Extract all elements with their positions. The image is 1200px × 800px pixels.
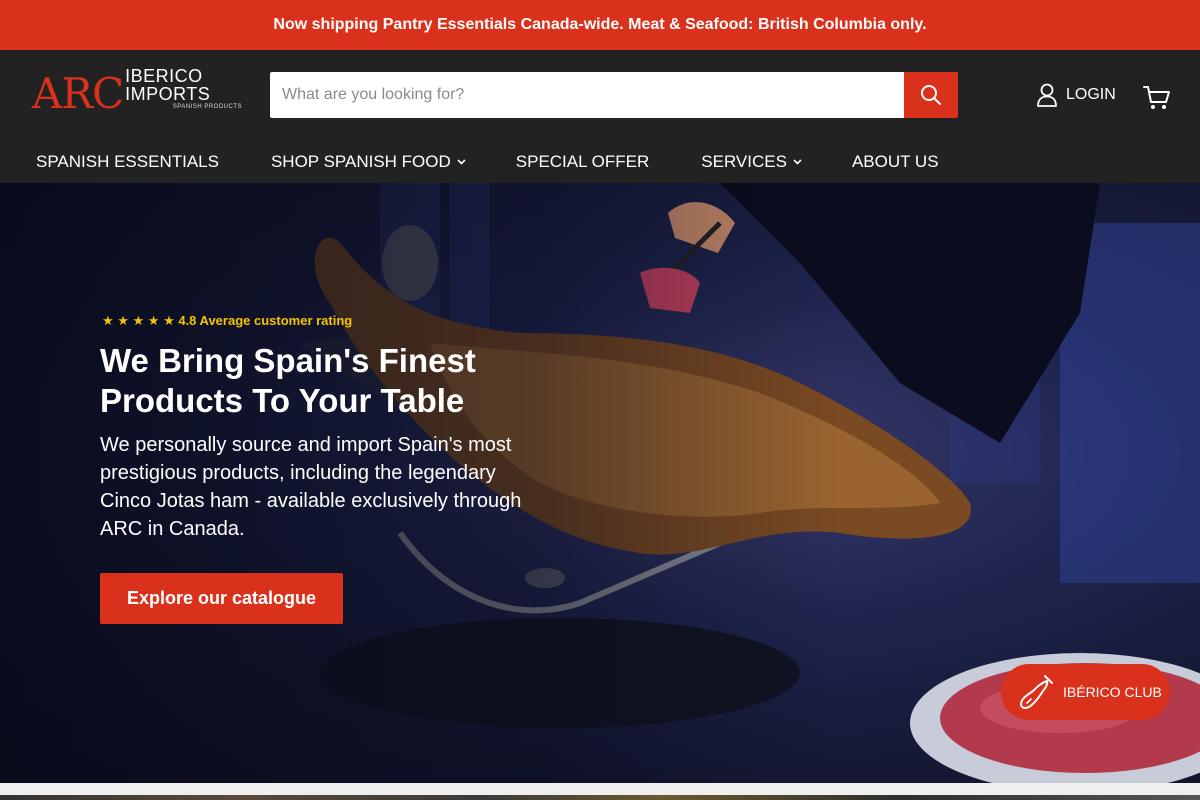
main-nav: SPANISH ESSENTIALS SHOP SPANISH FOOD SPE… xyxy=(36,150,939,174)
rating-stars: ★ ★ ★ ★ ★ xyxy=(102,313,175,328)
nav-item-label: SPANISH ESSENTIALS xyxy=(36,152,219,171)
nav-item-label: SHOP SPANISH FOOD xyxy=(270,152,451,171)
login-label: LOGIN xyxy=(1066,86,1116,103)
hero-description: We personally source and import Spain's … xyxy=(100,434,522,540)
hero-title: We Bring Spain's Finest Products To Your… xyxy=(100,342,476,419)
search-button[interactable] xyxy=(904,72,958,118)
cart-button[interactable] xyxy=(1143,85,1171,116)
rating-summary: ★ ★ ★ ★ ★ 4.8 Average customer rating xyxy=(102,313,352,329)
site-header: ARC IBERICO IMPORTS SPANISH PRODUCTS LOG… xyxy=(0,50,1200,183)
cart-icon xyxy=(1143,86,1170,109)
iberico-club-label: IBÉRICO CLUB xyxy=(1063,684,1162,700)
chevron-down-icon xyxy=(457,159,466,165)
announcement-text: Now shipping Pantry Essentials Canada-wi… xyxy=(273,16,927,33)
ham-leg-icon xyxy=(1020,675,1053,709)
explore-catalogue-label: Explore our catalogue xyxy=(126,588,317,608)
nav-item-special-offer[interactable]: SPECIAL OFFER xyxy=(516,152,650,172)
product-strip xyxy=(0,795,1200,800)
explore-catalogue-button[interactable]: Explore our catalogue xyxy=(100,573,343,624)
nav-item-label: ABOUT US xyxy=(851,152,939,171)
site-logo[interactable]: ARC IBERICO IMPORTS SPANISH PRODUCTS xyxy=(32,66,242,118)
logo-arc: ARC xyxy=(32,69,124,118)
nav-item-about-us[interactable]: ABOUT US xyxy=(852,152,939,172)
hero-banner: ★ ★ ★ ★ ★ 4.8 Average customer rating We… xyxy=(0,183,1200,783)
login-link[interactable]: LOGIN xyxy=(1036,83,1116,107)
logo-tagline: SPANISH PRODUCTS xyxy=(172,104,242,110)
announcement-bar: Now shipping Pantry Essentials Canada-wi… xyxy=(0,0,1200,50)
search-icon xyxy=(921,85,941,105)
chevron-down-icon xyxy=(793,159,802,165)
nav-item-label: SPECIAL OFFER xyxy=(515,152,650,171)
nav-item-shop-spanish-food[interactable]: SHOP SPANISH FOOD xyxy=(271,152,466,172)
nav-item-services[interactable]: SERVICES xyxy=(701,152,802,172)
search-input[interactable] xyxy=(270,72,904,118)
iberico-club-button[interactable]: IBÉRICO CLUB xyxy=(1001,664,1170,720)
next-section-preview xyxy=(0,783,1200,800)
user-icon xyxy=(1037,83,1057,107)
rating-text: 4.8 Average customer rating xyxy=(178,313,353,328)
search-bar xyxy=(270,72,958,118)
nav-item-spanish-essentials[interactable]: SPANISH ESSENTIALS xyxy=(36,152,219,172)
logo-name: IBERICO IMPORTS xyxy=(125,66,211,104)
nav-item-label: SERVICES xyxy=(701,152,787,171)
